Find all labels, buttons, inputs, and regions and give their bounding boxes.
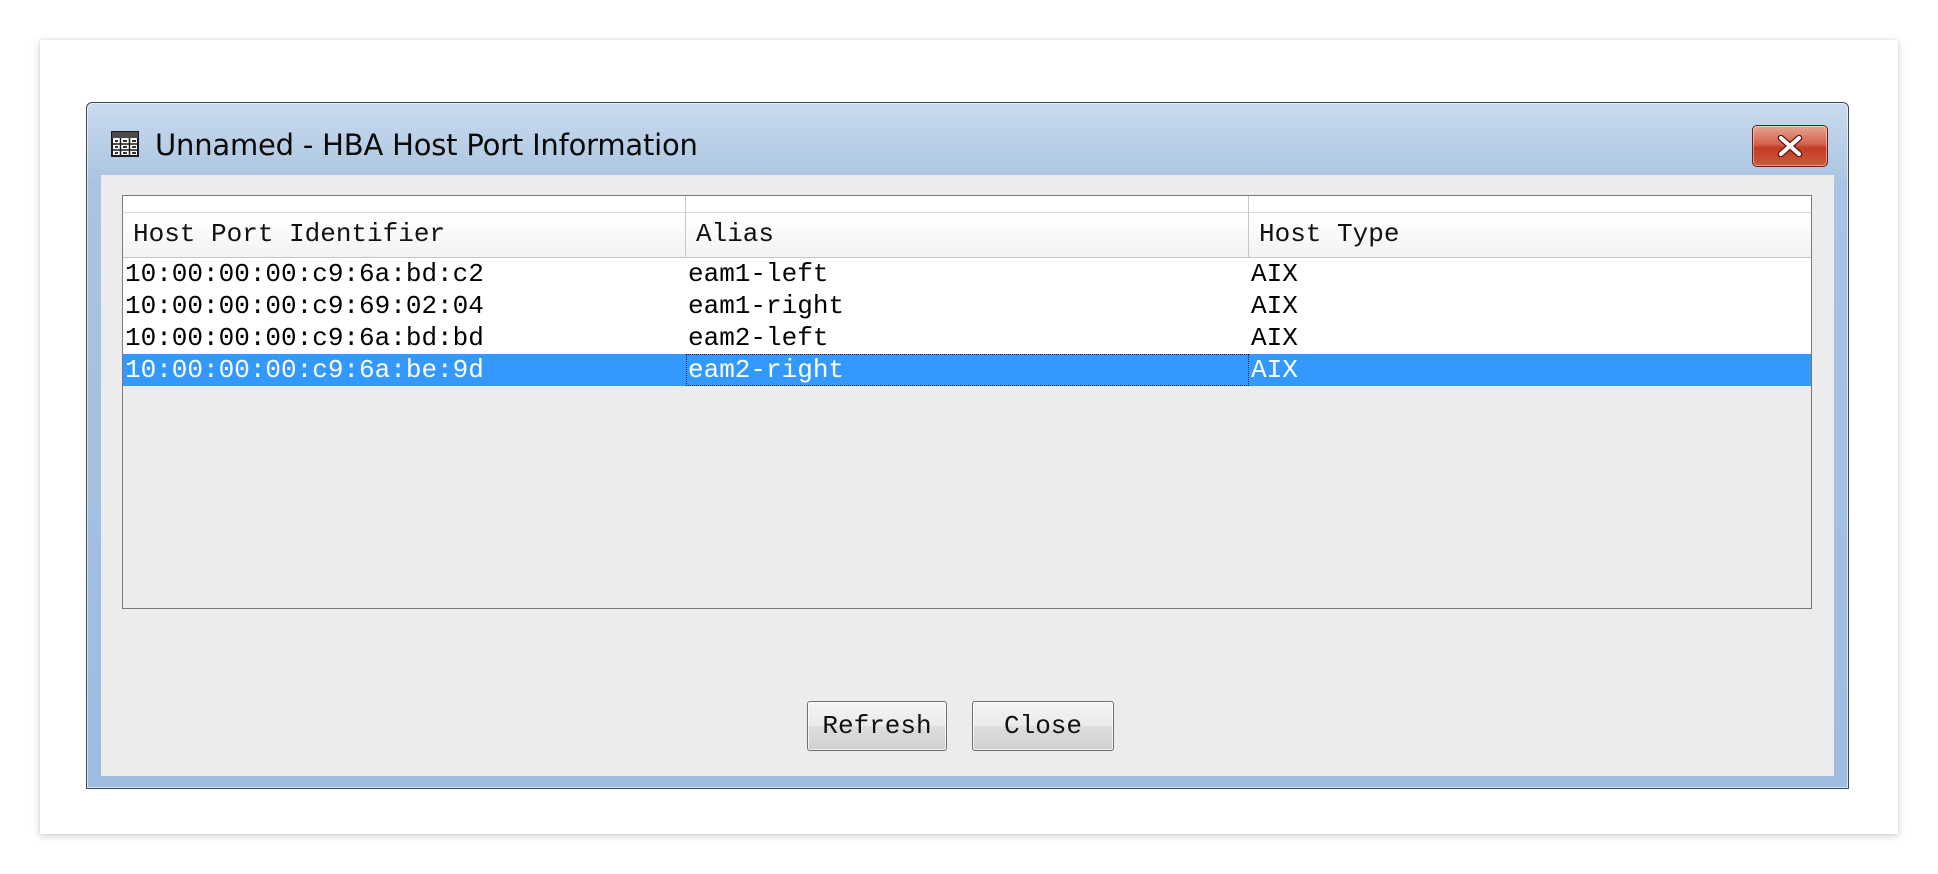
dialog-content: Host Port Identifier Alias Host Type 10:… <box>101 175 1834 776</box>
close-icon <box>1777 135 1803 157</box>
table-header: Host Port Identifier Alias Host Type <box>123 196 1811 258</box>
table-body: 10:00:00:00:c9:6a:bd:c2 eam1-left AIX 10… <box>123 258 1811 386</box>
window-close-button[interactable] <box>1752 125 1828 167</box>
cell-alias: eam1-right <box>688 291 845 321</box>
close-button[interactable]: Close <box>972 701 1114 751</box>
window-title: Unnamed - HBA Host Port Information <box>155 128 698 162</box>
column-header-host-port-identifier[interactable]: Host Port Identifier <box>123 196 686 257</box>
table-row[interactable]: 10:00:00:00:c9:69:02:04 eam1-right AIX <box>123 290 1811 322</box>
cell-host-type: AIX <box>1251 355 1298 385</box>
cell-host-type: AIX <box>1251 259 1298 289</box>
table-row-selected[interactable]: 10:00:00:00:c9:6a:be:9d eam2-right AIX <box>123 354 1811 386</box>
table-row[interactable]: 10:00:00:00:c9:6a:bd:bd eam2-left AIX <box>123 322 1811 354</box>
cell-alias: eam2-left <box>688 323 829 353</box>
cell-alias: eam1-left <box>688 259 829 289</box>
table-grid-icon <box>111 131 139 157</box>
cell-host-type: AIX <box>1251 323 1298 353</box>
cell-host-type: AIX <box>1251 291 1298 321</box>
dialog-window: Unnamed - HBA Host Port Information Host… <box>86 102 1849 789</box>
cell-host-port-identifier: 10:00:00:00:c9:69:02:04 <box>125 291 484 321</box>
cell-host-port-identifier: 10:00:00:00:c9:6a:bd:c2 <box>125 259 484 289</box>
refresh-button[interactable]: Refresh <box>807 701 947 751</box>
host-port-table: Host Port Identifier Alias Host Type 10:… <box>122 195 1812 609</box>
column-header-host-type[interactable]: Host Type <box>1249 196 1811 257</box>
table-row[interactable]: 10:00:00:00:c9:6a:bd:c2 eam1-left AIX <box>123 258 1811 290</box>
cell-host-port-identifier: 10:00:00:00:c9:6a:bd:bd <box>125 323 484 353</box>
column-header-alias[interactable]: Alias <box>686 196 1249 257</box>
cell-alias: eam2-right <box>686 354 1249 386</box>
cell-host-port-identifier: 10:00:00:00:c9:6a:be:9d <box>125 355 484 385</box>
title-bar[interactable]: Unnamed - HBA Host Port Information <box>87 103 1848 175</box>
